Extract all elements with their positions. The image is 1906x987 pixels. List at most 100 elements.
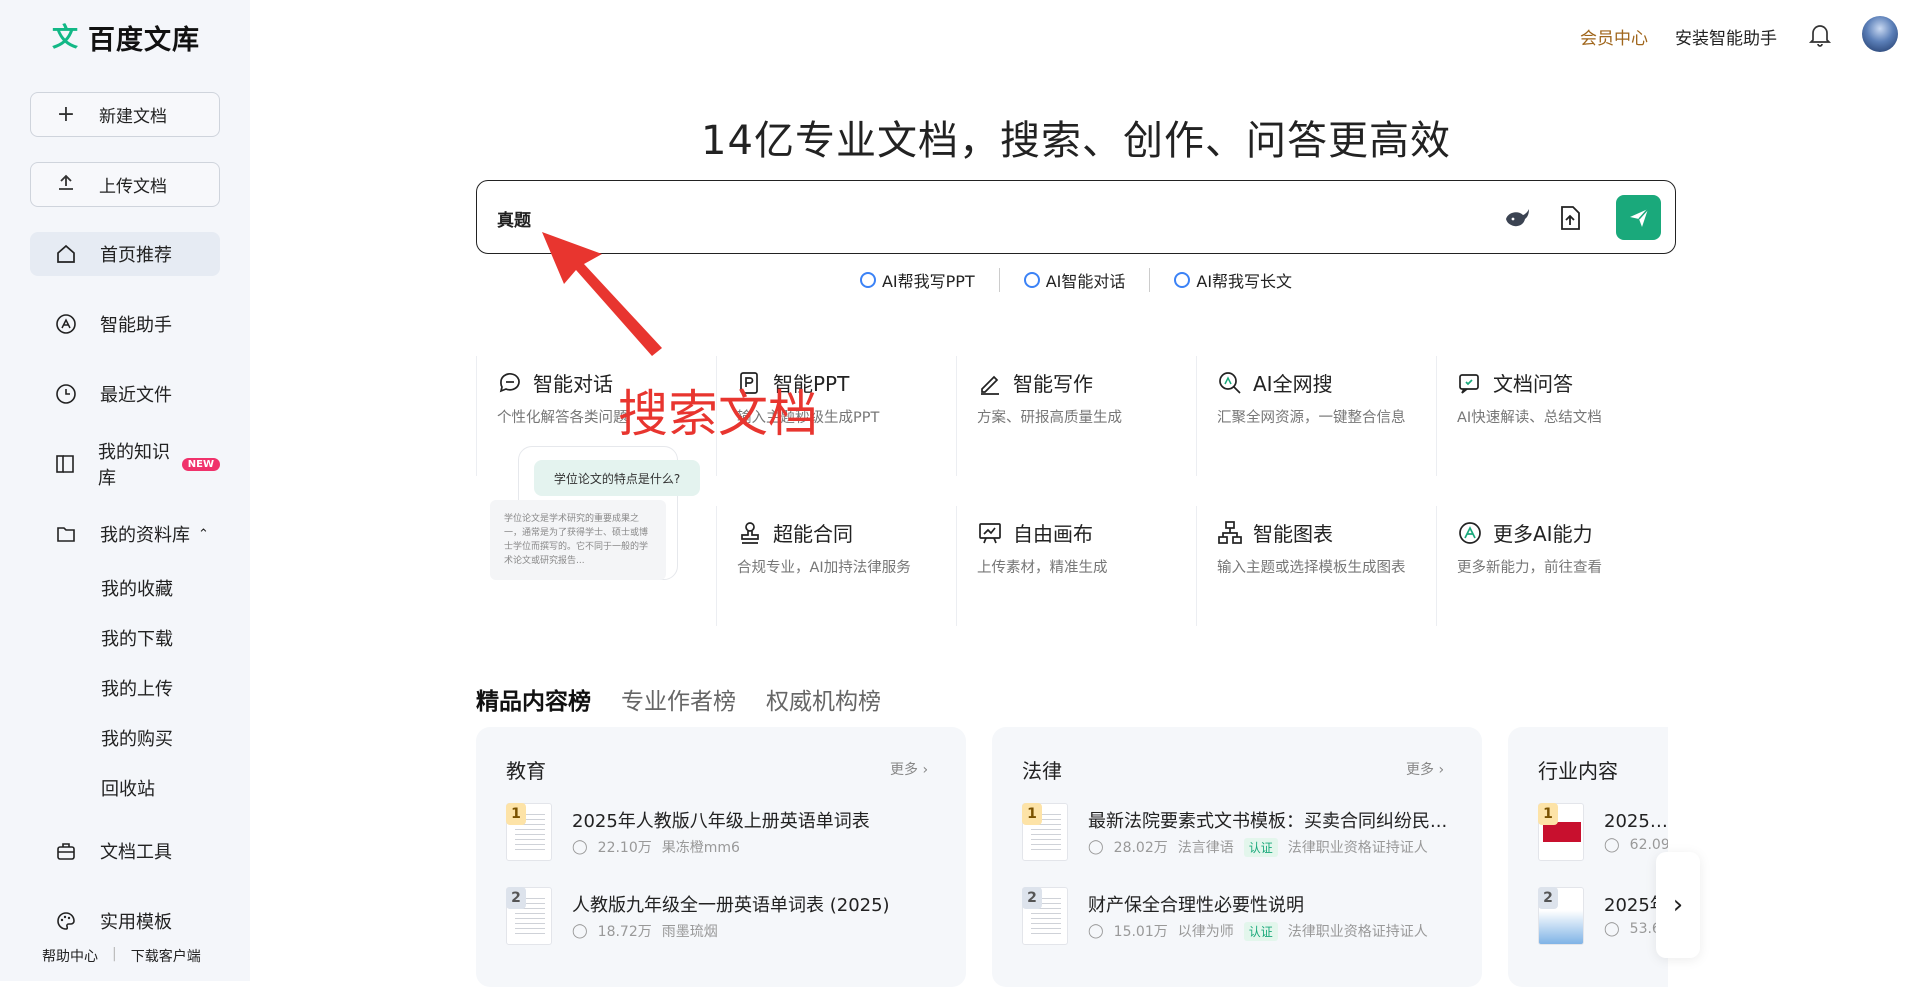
doc-meta: ◯ 18.72万 雨墨琉烟 (572, 921, 718, 941)
doc-views: 18.72万 (597, 924, 652, 940)
sidebar-item-recent[interactable]: 最近文件 (30, 372, 220, 416)
sidebar-item-templates[interactable]: 实用模板 (30, 899, 220, 943)
list-item[interactable]: 1 最新法院要素式文书模板：买卖合同纠纷民... ◯ 28.02万 法言律语 认证… (1022, 803, 1462, 865)
search-input[interactable]: 真题 (497, 206, 531, 231)
folder-icon (54, 522, 78, 546)
palette-icon (54, 909, 78, 933)
stamp-icon (741, 521, 759, 544)
upload-document-button[interactable]: 上传文档 (30, 162, 220, 207)
more-ai-icon (1459, 521, 1481, 544)
doc-title: 人教版九年级全一册英语单词表 (2025) (572, 895, 890, 916)
sidebar-item-home[interactable]: 首页推荐 (30, 232, 220, 276)
sidebar-item-knowledge-base[interactable]: 我的知识库 NEW (30, 442, 220, 489)
footer-divider: | (112, 946, 117, 962)
verified-badge: 认证 (1243, 921, 1278, 941)
sidebar-item-my-library[interactable]: 我的资料库 ⌃ (30, 512, 220, 556)
feature-title: 文档问答 (1493, 372, 1573, 396)
feature-title: 更多AI能力 (1493, 522, 1593, 546)
rank-badge: 2 (1022, 887, 1042, 909)
feature-doc-qa[interactable]: 文档问答 AI快速解读、总结文档 (1436, 356, 1676, 476)
search-submit-button[interactable] (1616, 195, 1661, 240)
chevron-right-icon: › (1672, 890, 1684, 920)
doc-cert: 法律职业资格证持证人 (1287, 924, 1428, 940)
feature-free-canvas[interactable]: 自由画布 上传素材，精准生成 (956, 506, 1196, 626)
doc-views: 62.09 (1629, 837, 1668, 853)
send-icon (1629, 207, 1649, 227)
list-item[interactable]: 1 2025年人教版八年级上册英语单词表 ◯ 22.10万 果冻橙mm6 (506, 803, 946, 865)
vip-center-link[interactable]: 会员中心 (1580, 24, 1648, 49)
tab-authoritative-orgs[interactable]: 权威机构榜 (766, 682, 881, 716)
list-item[interactable]: 1 2025年中 ◯ 62.09 (1538, 803, 1668, 865)
canvas-icon (979, 522, 1001, 543)
feature-super-contract[interactable]: 超能合同 合规专业，AI加持法律服务 (716, 506, 956, 626)
feature-smart-chart[interactable]: 智能图表 输入主题或选择模板生成图表 (1196, 506, 1436, 626)
doc-title: 2025年中 (1604, 811, 1668, 832)
sidebar-item-label: 智能助手 (100, 315, 172, 336)
annotation-label: 搜索文档 (618, 385, 818, 443)
feature-web-search[interactable]: AI全网搜 汇聚全网资源，一键整合信息 (1196, 356, 1436, 476)
feature-title: 超能合同 (773, 522, 853, 546)
sidebar-item-label: 我的资料库 (100, 525, 190, 546)
deepseek-whale-icon[interactable] (1502, 202, 1534, 234)
list-item[interactable]: 2 财产保全合理性必要性说明 ◯ 15.01万 以律为师 认证 法律职业资格证持证… (1022, 887, 1462, 949)
sidebar-sub-recycle-bin[interactable]: 回收站 (101, 775, 155, 801)
doc-views: 28.02万 (1113, 840, 1168, 856)
logo-mark: 文 (52, 22, 79, 53)
verified-badge: 认证 (1243, 837, 1278, 857)
help-center-link[interactable]: 帮助中心 (42, 946, 98, 966)
avatar[interactable] (1862, 16, 1898, 52)
quick-link-ai-longform[interactable]: AI帮我写长文 (1150, 268, 1316, 292)
rank-badge: 1 (506, 803, 526, 825)
quick-link-ai-chat[interactable]: AI智能对话 (1000, 268, 1151, 292)
feature-more-ai[interactable]: 更多AI能力 更多新能力，前往查看 (1436, 506, 1676, 626)
feature-title: AI全网搜 (1253, 372, 1333, 396)
new-badge: NEW (181, 457, 220, 471)
tab-pro-authors[interactable]: 专业作者榜 (621, 682, 736, 716)
views-icon: ◯ (1604, 921, 1620, 937)
sidebar-sub-downloads[interactable]: 我的下载 (101, 625, 173, 651)
views-icon: ◯ (572, 923, 588, 939)
doc-meta: ◯ 53.6 (1604, 921, 1661, 937)
sidebar-item-label: 最近文件 (100, 385, 172, 406)
quick-link-label: AI智能对话 (1045, 272, 1126, 291)
list-item[interactable]: 2 2025年 ◯ 53.6 (1538, 887, 1668, 949)
feature-title: 自由画布 (1013, 522, 1093, 546)
feature-title: 智能图表 (1253, 522, 1333, 546)
carousel-next-button[interactable]: › (1656, 852, 1700, 958)
feature-smart-writing[interactable]: 智能写作 方案、研报高质量生成 (956, 356, 1196, 476)
baidu-wenku-logo[interactable]: 文 百度文库 (52, 18, 200, 57)
panel-more-link[interactable]: 更多 › (890, 759, 928, 779)
ai-mini-icon (1023, 272, 1040, 288)
ai-mini-icon (859, 272, 876, 288)
doc-cert: 法律职业资格证持证人 (1287, 840, 1428, 856)
feature-title: 智能写作 (1013, 372, 1093, 396)
sidebar-item-doc-tools[interactable]: 文档工具 (30, 829, 220, 873)
list-item[interactable]: 2 人教版九年级全一册英语单词表 (2025) ◯ 18.72万 雨墨琉烟 (506, 887, 946, 949)
doc-meta: ◯ 22.10万 果冻橙mm6 (572, 837, 740, 857)
quick-link-label: AI帮我写PPT (881, 272, 975, 291)
sidebar-item-ai-assistant[interactable]: 智能助手 (30, 302, 220, 346)
feature-desc: 更多新能力，前往查看 (1457, 560, 1602, 576)
rank-badge: 1 (1022, 803, 1042, 825)
toolbox-icon (54, 839, 78, 863)
panel-more-link[interactable]: 更多 › (1406, 759, 1444, 779)
install-assistant-link[interactable]: 安装智能助手 (1675, 24, 1777, 49)
doc-title: 最新法院要素式文书模板：买卖合同纠纷民... (1088, 811, 1448, 832)
notification-bell-icon[interactable] (1808, 22, 1832, 48)
download-client-link[interactable]: 下载客户端 (131, 946, 201, 966)
sidebar-sub-uploads[interactable]: 我的上传 (101, 675, 173, 701)
upload-icon (55, 172, 77, 197)
quick-link-ai-ppt[interactable]: AI帮我写PPT (836, 268, 1000, 292)
sidebar-sub-favorites[interactable]: 我的收藏 (101, 575, 173, 601)
new-document-button[interactable]: + 新建文档 (30, 92, 220, 137)
sidebar-footer: 帮助中心 | 下载客户端 (42, 946, 201, 966)
ranking-tabs: 精品内容榜 专业作者榜 权威机构榜 (476, 682, 881, 716)
knowledge-base-icon (54, 452, 76, 476)
panel-title: 法律 (1022, 759, 1062, 783)
tab-premium-content[interactable]: 精品内容榜 (476, 682, 591, 716)
upload-file-icon[interactable] (1554, 202, 1586, 234)
logo-text: 百度文库 (88, 25, 200, 56)
doc-title: 财产保全合理性必要性说明 (1088, 895, 1304, 916)
sidebar-sub-purchases[interactable]: 我的购买 (101, 725, 173, 751)
pen-icon (981, 375, 999, 395)
